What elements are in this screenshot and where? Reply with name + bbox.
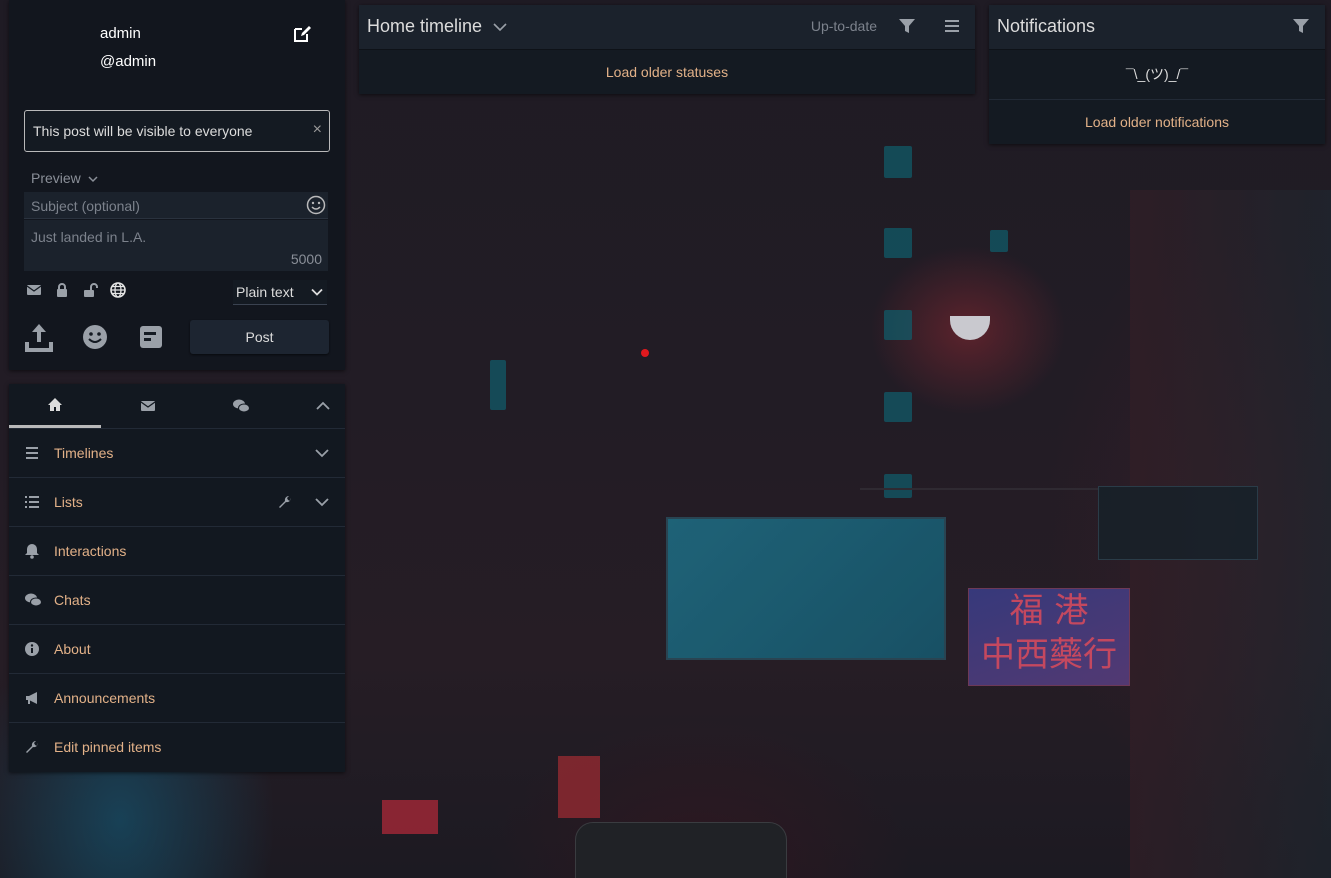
sidebar-item-label: About — [54, 641, 91, 657]
user-handle[interactable]: @admin — [100, 53, 156, 70]
composer-tools — [25, 322, 165, 352]
background-red-sign — [558, 756, 600, 818]
sidebar-item-about[interactable]: About — [9, 625, 345, 674]
bell-icon — [25, 544, 39, 559]
chevron-down-icon[interactable] — [493, 20, 507, 34]
list-icon — [25, 496, 39, 508]
sidebar-item-label: Edit pinned items — [54, 739, 162, 755]
sidebar-item-label: Chats — [54, 592, 91, 608]
background-neon-sign: 福 港中西藥行 — [968, 588, 1130, 686]
background-window — [884, 474, 912, 498]
notifications-header: Notifications — [989, 5, 1325, 50]
background-lamp — [950, 316, 990, 340]
user-panel: admin @admin This post will be visible t… — [9, 0, 345, 370]
subject-input[interactable]: Subject (optional) — [24, 192, 328, 219]
background-window — [990, 230, 1008, 252]
home-icon — [48, 397, 62, 411]
sidebar-item-lists[interactable]: Lists — [9, 478, 345, 527]
home-timeline-panel: Home timeline Up-to-date Load older stat… — [359, 5, 975, 94]
chevron-up-icon[interactable] — [315, 398, 331, 414]
background-billboard — [666, 517, 946, 660]
post-format-value: Plain text — [236, 284, 294, 300]
close-icon[interactable]: × — [313, 121, 322, 139]
upload-icon[interactable] — [25, 322, 53, 352]
wrench-icon — [26, 740, 39, 753]
timeline-title[interactable]: Home timeline — [367, 16, 482, 37]
chevron-down-icon — [311, 288, 323, 296]
sidebar-item-interactions[interactable]: Interactions — [9, 527, 345, 576]
background-window — [884, 146, 912, 178]
visibility-notice-text: This post will be visible to everyone — [33, 123, 253, 139]
background-window — [490, 360, 506, 410]
background-window — [884, 310, 912, 340]
visibility-scope-selector — [26, 282, 126, 302]
chevron-down-icon[interactable] — [315, 495, 329, 509]
sidebar-item-announcements[interactable]: Announcements — [9, 674, 345, 723]
background-shop — [1098, 486, 1258, 560]
sidebar-item-chats[interactable]: Chats — [9, 576, 345, 625]
sidebar-item-timelines[interactable]: Timelines — [9, 429, 345, 478]
load-older-notifications-button[interactable]: Load older notifications — [989, 100, 1325, 144]
cursor-dot — [641, 349, 649, 357]
preview-toggle[interactable]: Preview — [31, 170, 98, 186]
chevron-down-icon — [88, 176, 98, 183]
chevron-down-icon[interactable] — [315, 446, 329, 460]
visibility-notice: This post will be visible to everyone × — [24, 110, 330, 152]
background-taxi — [575, 822, 787, 878]
emoji-icon[interactable] — [81, 322, 109, 352]
background-red-sign — [382, 800, 438, 834]
menu-icon[interactable] — [944, 18, 960, 34]
sidebar-item-edit-pinned[interactable]: Edit pinned items — [9, 723, 345, 771]
timeline-header: Home timeline Up-to-date — [359, 5, 975, 50]
background-wire — [860, 488, 1100, 490]
sidebar-item-label: Interactions — [54, 543, 127, 559]
info-circle-icon — [25, 642, 39, 656]
unlock-icon[interactable] — [82, 282, 98, 298]
sidebar-item-label: Announcements — [54, 690, 156, 706]
notifications-panel: Notifications ¯\_(ツ)_/¯ Load older notif… — [989, 5, 1325, 144]
tab-chats[interactable] — [195, 384, 287, 428]
wrench-icon[interactable] — [277, 494, 293, 510]
tab-home[interactable] — [9, 384, 101, 428]
status-textarea[interactable]: Just landed in L.A. 5000 — [24, 220, 328, 271]
subject-placeholder: Subject (optional) — [31, 198, 140, 214]
edit-profile-icon[interactable] — [292, 24, 312, 44]
post-format-select[interactable]: Plain text — [233, 280, 327, 305]
poll-icon[interactable] — [137, 322, 165, 352]
sidebar-item-label: Lists — [54, 494, 83, 510]
timeline-status: Up-to-date — [810, 18, 877, 34]
envelope-icon — [140, 401, 156, 411]
character-counter: 5000 — [290, 251, 322, 267]
nav-tabs — [9, 384, 345, 429]
emoji-icon[interactable] — [306, 195, 326, 215]
nav-panel: Timelines Lists Interactions Chats About… — [9, 384, 345, 772]
load-older-statuses-button[interactable]: Load older statuses — [359, 50, 975, 94]
sidebar-item-label: Timelines — [54, 445, 114, 461]
filter-icon[interactable] — [1292, 17, 1310, 35]
status-placeholder: Just landed in L.A. — [31, 229, 147, 245]
filter-icon[interactable] — [898, 17, 916, 35]
globe-icon[interactable] — [110, 282, 126, 298]
notifications-empty-state: ¯\_(ツ)_/¯ — [989, 50, 1325, 100]
post-button[interactable]: Post — [190, 320, 329, 354]
lock-icon[interactable] — [54, 282, 70, 298]
tab-direct-messages[interactable] — [102, 384, 194, 428]
comments-icon — [233, 399, 250, 413]
envelope-icon[interactable] — [26, 282, 42, 298]
background-window — [884, 392, 912, 422]
bullhorn-icon — [26, 692, 37, 704]
user-name[interactable]: admin — [100, 25, 141, 42]
comments-icon — [25, 593, 42, 607]
bars-icon — [26, 447, 38, 459]
preview-label: Preview — [31, 170, 81, 186]
background-window — [884, 228, 912, 258]
notifications-title: Notifications — [997, 16, 1096, 36]
